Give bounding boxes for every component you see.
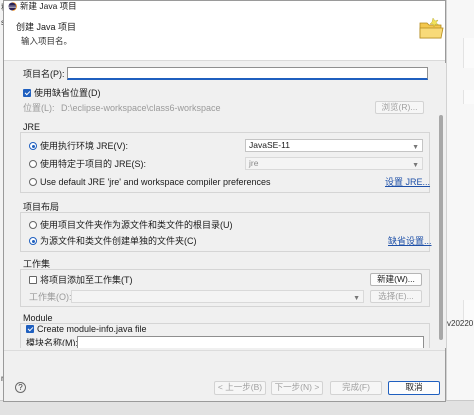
specific-jre-dropdown[interactable]: jre ▼: [245, 157, 423, 170]
project-name-input[interactable]: [67, 67, 428, 80]
chevron-down-icon: ▼: [412, 144, 419, 151]
configure-default-link[interactable]: 缺省设置...: [388, 236, 432, 247]
exec-env-label: 使用执行环境 JRE(V):: [40, 141, 129, 151]
use-default-location-label: 使用缺省位置(D): [34, 88, 101, 98]
back-button[interactable]: < 上一步(B): [214, 381, 266, 395]
default-jre-label: Use default JRE 'jre' and workspace comp…: [40, 177, 271, 187]
configure-jres-link[interactable]: 设置 JRE...: [385, 177, 430, 188]
eclipse-icon: [8, 2, 17, 11]
create-module-info-label: Create module-info.java file: [37, 324, 147, 334]
working-sets-dropdown[interactable]: ▼: [71, 290, 364, 303]
wizard-header: 创建 Java 项目 输入项目名。: [4, 12, 445, 61]
help-icon[interactable]: ?: [15, 382, 26, 393]
working-sets-label: 工作集(O):: [29, 292, 72, 302]
header-description: 输入项目名。: [21, 36, 73, 46]
separate-folders-radio[interactable]: [29, 237, 37, 245]
create-module-info-checkbox[interactable]: [26, 325, 34, 333]
project-name-label: 项目名(P):: [23, 69, 65, 79]
browse-button[interactable]: 浏览(R)...: [375, 101, 424, 114]
background-status-bar: [0, 400, 474, 415]
background-panel: [463, 300, 474, 320]
footer-divider: [4, 350, 445, 351]
new-java-project-dialog: 新建 Java 项目 创建 Java 项目 输入项目名。 项目名(P): 使用缺…: [3, 0, 446, 402]
chevron-down-icon: ▼: [412, 162, 419, 169]
new-project-folder-icon: [419, 17, 444, 39]
module-name-label: 模块名称(M):: [26, 338, 78, 346]
project-folder-root-radio[interactable]: [29, 221, 37, 229]
header-title: 创建 Java 项目: [16, 22, 77, 32]
add-to-working-set-checkbox[interactable]: [29, 276, 37, 284]
new-working-set-button[interactable]: 新建(W)...: [370, 273, 422, 286]
finish-button[interactable]: 完成(F): [330, 381, 382, 395]
use-default-location-checkbox[interactable]: [23, 89, 31, 97]
background-app-right: v20220: [446, 0, 474, 415]
background-text: v20220: [447, 319, 474, 328]
background-panel: [463, 90, 474, 104]
next-button[interactable]: 下一步(N) >: [271, 381, 323, 395]
add-to-working-set-label: 将项目添加至工作集(T): [40, 275, 133, 285]
default-jre-radio[interactable]: [29, 178, 37, 186]
vertical-scrollbar[interactable]: [437, 63, 446, 348]
specific-jre-label: 使用特定于项目的 JRE(S):: [40, 159, 147, 169]
location-label: 位置(L):: [23, 103, 55, 113]
location-value: D:\eclipse-workspace\class6-workspace: [61, 103, 221, 113]
cancel-button[interactable]: 取消: [388, 381, 440, 395]
scrollbar-thumb[interactable]: [439, 115, 443, 340]
exec-env-dropdown[interactable]: JavaSE-11 ▼: [245, 139, 423, 152]
exec-env-radio[interactable]: [29, 142, 37, 150]
specific-jre-value: jre: [249, 158, 259, 168]
background-panel: [463, 38, 474, 68]
exec-env-value: JavaSE-11: [249, 140, 290, 150]
select-working-set-button[interactable]: 选择(E)...: [370, 290, 422, 303]
title-bar: 新建 Java 项目: [4, 1, 445, 12]
module-name-input[interactable]: [77, 336, 424, 348]
specific-jre-radio[interactable]: [29, 160, 37, 168]
window-title: 新建 Java 项目: [20, 1, 77, 11]
project-folder-root-label: 使用项目文件夹作为源文件和类文件的根目录(U): [40, 220, 233, 230]
chevron-down-icon: ▼: [353, 295, 360, 302]
separate-folders-label: 为源文件和类文件创建单独的文件夹(C): [40, 236, 197, 246]
